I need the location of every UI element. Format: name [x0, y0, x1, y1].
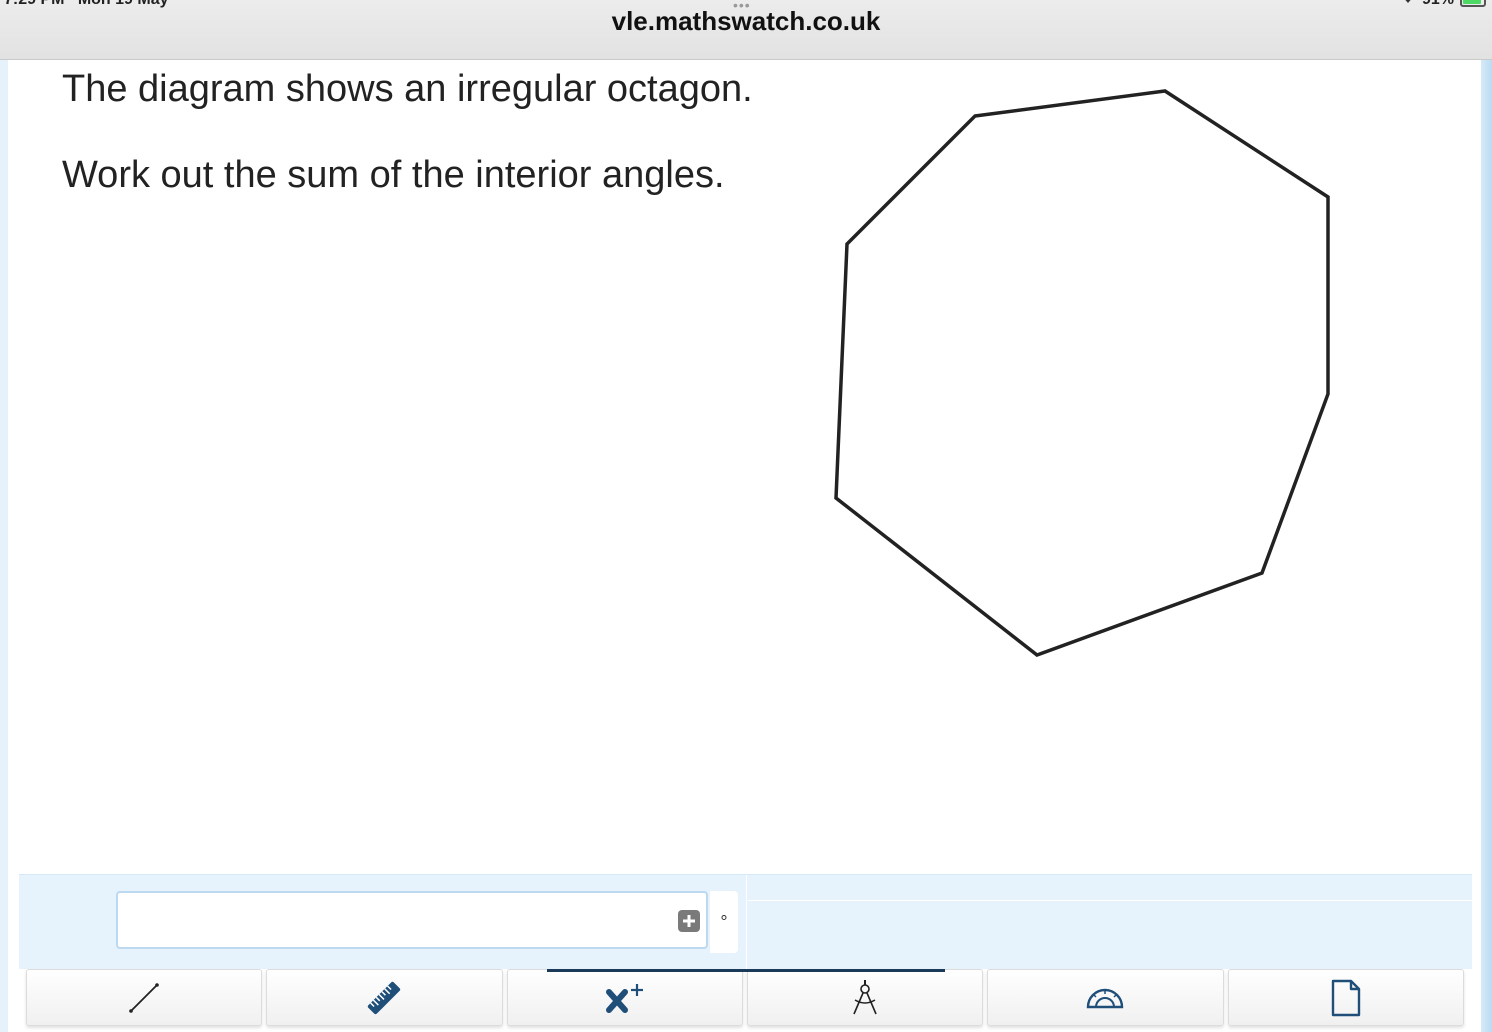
- battery-icon: [1460, 0, 1486, 7]
- answer-input[interactable]: [116, 891, 708, 949]
- wifi-icon: [1400, 0, 1416, 9]
- line-tool-button[interactable]: [26, 969, 263, 1026]
- answer-panel: °: [19, 874, 1472, 969]
- panel-rule: [748, 900, 1472, 901]
- line-icon: [129, 982, 159, 1013]
- panel-divider: [746, 875, 747, 969]
- tool-bar: [26, 969, 1464, 1026]
- add-input-button[interactable]: [678, 910, 700, 932]
- page-icon: [1331, 979, 1360, 1016]
- ruler-tool-button[interactable]: [266, 969, 503, 1026]
- scroll-edge: [1481, 60, 1492, 1032]
- ruler-icon: [368, 981, 401, 1014]
- active-tool-indicator: [547, 969, 945, 972]
- browser-top-bar: 7:29 PM Mon 19 May ••• vle.mathswatch.co…: [0, 0, 1492, 60]
- plus-icon: [683, 915, 695, 927]
- octagon-diagram: [834, 89, 1330, 657]
- cross-plus-icon: [605, 983, 643, 1013]
- protractor-tool-button[interactable]: [987, 969, 1224, 1026]
- compass-tool-button[interactable]: [746, 969, 984, 1026]
- address-url[interactable]: vle.mathswatch.co.uk: [0, 6, 1492, 37]
- battery-percent: 91%: [1422, 0, 1454, 9]
- question-area: The diagram shows an irregular octagon. …: [8, 60, 1481, 1032]
- degree-unit: °: [710, 891, 738, 953]
- page-tool-button[interactable]: [1227, 969, 1464, 1026]
- protractor-icon: [1087, 988, 1124, 1008]
- cross-tool-button[interactable]: [506, 969, 743, 1026]
- octagon-shape: [834, 89, 1330, 657]
- compass-icon: [853, 979, 877, 1014]
- status-indicators: 91%: [1400, 0, 1486, 9]
